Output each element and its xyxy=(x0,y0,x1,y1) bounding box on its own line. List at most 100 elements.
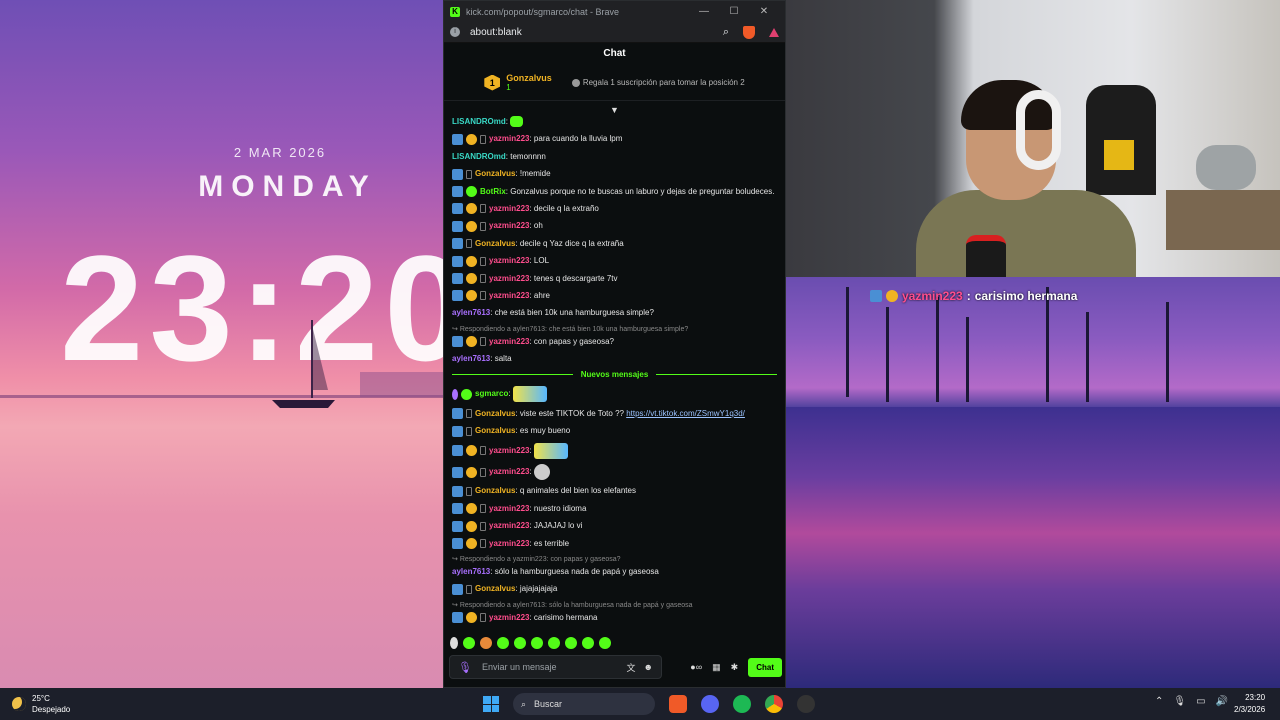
microphone-icon[interactable]: 🎙 xyxy=(458,661,472,674)
windows-start-icon[interactable] xyxy=(483,696,499,712)
vip-badge-icon xyxy=(452,520,463,532)
chat-username[interactable]: yazmin223 xyxy=(489,291,529,300)
chat-message: yazmin223: tenes q descargarte 7tv xyxy=(452,272,777,285)
emote-icon xyxy=(533,464,550,481)
og-badge-icon xyxy=(480,467,486,477)
reply-context[interactable]: ↪ Respondiendo a aylen7613: sólo la hamb… xyxy=(452,601,777,611)
chrome-icon[interactable] xyxy=(765,695,783,713)
translate-icon[interactable]: 文 xyxy=(627,661,636,674)
chat-username[interactable]: Gonzalvus xyxy=(475,426,515,435)
emote-icon[interactable] xyxy=(514,637,526,649)
chat-message: yazmin223: oh xyxy=(452,220,777,232)
vip-badge-icon xyxy=(452,466,463,478)
sub-badge-icon xyxy=(466,612,477,624)
chat-username[interactable]: yazmin223 xyxy=(489,613,529,622)
vip-badge-icon xyxy=(452,255,463,267)
chat-link[interactable]: https://vt.tiktok.com/ZSmwY1q3d/ xyxy=(626,409,745,418)
palm-tree xyxy=(886,307,889,402)
chat-username[interactable]: yazmin223 xyxy=(489,204,529,213)
chat-username[interactable]: aylen7613 xyxy=(452,308,490,317)
message-input[interactable]: 🎙 Enviar un mensaje 文 ☻ xyxy=(449,655,662,679)
chat-username[interactable]: Gonzalvus xyxy=(475,169,515,178)
reply-context[interactable]: ↪ Respondiendo a aylen7613: che está bie… xyxy=(452,325,777,335)
emote-icon[interactable] xyxy=(599,637,611,649)
chat-username[interactable]: yazmin223 xyxy=(489,521,529,530)
vip-badge-icon xyxy=(452,612,463,624)
brave-icon[interactable] xyxy=(669,695,687,713)
chat-username[interactable]: LISANDROmd xyxy=(452,117,506,126)
vip-badge-icon xyxy=(452,485,463,497)
chat-username[interactable]: BotRix xyxy=(480,187,506,196)
vip-badge-icon xyxy=(452,425,463,437)
palm-tree xyxy=(846,287,849,397)
chat-username[interactable]: yazmin223 xyxy=(489,504,529,513)
chat-text: tenes q descargarte 7tv xyxy=(533,273,618,283)
taskbar-clock[interactable]: 23:20 2/3/2026 xyxy=(1234,692,1265,716)
divider-label: Nuevos mensajes xyxy=(580,370,649,380)
emote-icon[interactable] xyxy=(565,637,577,649)
close-icon[interactable]: ✕ xyxy=(749,6,779,17)
chat-message: Gonzalvus: es muy bueno xyxy=(452,425,777,437)
chat-text: q animales del bien los elefantes xyxy=(519,486,636,496)
obs-icon[interactable] xyxy=(797,695,815,713)
store-icon[interactable]: ▦ xyxy=(712,662,721,673)
zoom-icon[interactable]: ⌕ xyxy=(723,26,729,39)
og-badge-icon xyxy=(466,239,472,249)
chat-username[interactable]: Gonzalvus xyxy=(475,584,515,593)
chat-username[interactable]: yazmin223 xyxy=(489,256,529,265)
minimize-icon[interactable]: — xyxy=(689,6,719,17)
emoji-icon[interactable]: ☻ xyxy=(644,662,653,672)
network-icon[interactable]: ▭ xyxy=(1196,696,1205,707)
taskbar-search[interactable]: ⌕ Buscar xyxy=(513,693,655,715)
chat-username[interactable]: aylen7613 xyxy=(452,567,490,576)
emote-icon[interactable] xyxy=(497,637,509,649)
gift-sub-prompt[interactable]: Regala 1 suscripción para tomar la posic… xyxy=(571,78,745,87)
chat-username[interactable]: sgmarco xyxy=(475,390,508,399)
brave-shield-icon[interactable] xyxy=(743,25,755,39)
emote-icon[interactable] xyxy=(450,637,458,649)
discord-icon[interactable] xyxy=(701,695,719,713)
streamer-shirt xyxy=(916,190,1136,277)
chat-username[interactable]: yazmin223 xyxy=(489,337,529,346)
chat-username[interactable]: Gonzalvus xyxy=(475,486,515,495)
chat-username[interactable]: yazmin223 xyxy=(489,134,529,143)
emote-icon[interactable] xyxy=(582,637,594,649)
url-field[interactable]: about:blank xyxy=(470,27,709,38)
vip-badge-icon xyxy=(870,290,882,302)
vip-badge-icon xyxy=(452,583,463,595)
chat-message: yazmin223: carisimo hermana xyxy=(452,612,777,624)
chevron-down-icon[interactable]: ▼ xyxy=(610,105,619,115)
chat-message: yazmin223: decile q la extraño xyxy=(452,203,777,215)
search-label: Buscar xyxy=(534,699,563,709)
gear-icon[interactable]: ✱ xyxy=(731,662,739,673)
chevron-up-icon[interactable]: ⌃ xyxy=(1155,696,1163,707)
chat-message-list: LISANDROmd: yazmin223: para cuando la ll… xyxy=(444,116,785,633)
clock-time: 23:20 xyxy=(1245,693,1266,702)
wallpaper-date: 2 MAR 2026 xyxy=(233,145,327,160)
send-chat-button[interactable]: Chat xyxy=(748,657,782,677)
site-info-icon[interactable]: i xyxy=(450,27,460,37)
vip-badge-icon xyxy=(452,238,463,250)
chat-username[interactable]: Gonzalvus xyxy=(475,239,515,248)
chat-username[interactable]: aylen7613 xyxy=(452,354,490,363)
chat-username[interactable]: yazmin223 xyxy=(489,221,529,230)
chat-username[interactable]: yazmin223 xyxy=(489,274,529,283)
chat-username[interactable]: yazmin223 xyxy=(489,539,529,548)
emote-icon[interactable] xyxy=(548,637,560,649)
reply-context[interactable]: ↪ Respondiendo a yazmin223: con papas y … xyxy=(452,555,777,565)
infinity-icon[interactable]: ●∞ xyxy=(690,662,702,672)
chat-username[interactable]: yazmin223 xyxy=(489,467,529,476)
chat-username[interactable]: LISANDROmd xyxy=(452,152,506,161)
microphone-icon[interactable]: 🎙 xyxy=(1173,696,1186,707)
emote-icon[interactable] xyxy=(531,637,543,649)
maximize-icon[interactable]: ☐ xyxy=(719,6,749,17)
brave-rewards-icon[interactable] xyxy=(769,27,779,37)
volume-icon[interactable]: 🔊 xyxy=(1216,696,1228,707)
emote-icon[interactable] xyxy=(480,637,492,649)
spotify-icon[interactable] xyxy=(733,695,751,713)
chat-username[interactable]: yazmin223 xyxy=(489,446,529,455)
chat-username[interactable]: Gonzalvus xyxy=(475,409,515,418)
top-gifter-name[interactable]: Gonzalvus xyxy=(506,73,552,83)
emote-icon[interactable] xyxy=(463,637,475,649)
weather-widget[interactable]: 25°C Despejado xyxy=(12,693,70,715)
